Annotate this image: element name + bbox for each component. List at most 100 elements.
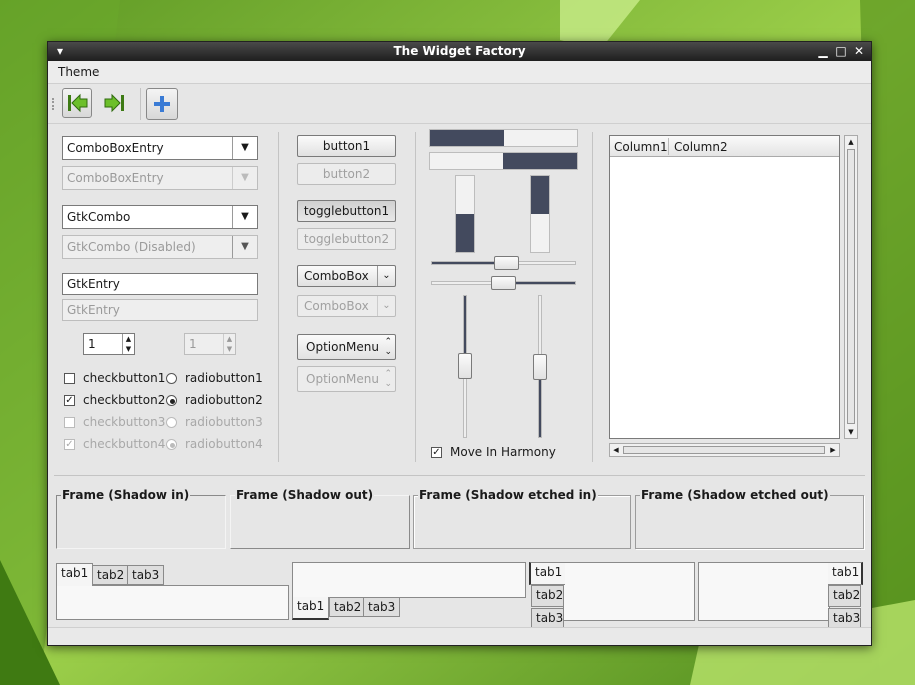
- togglebutton1[interactable]: togglebutton1: [297, 200, 396, 222]
- gtkcombo-disabled: GtkCombo (Disabled) ▼: [62, 235, 258, 259]
- scroll-thumb[interactable]: [847, 149, 855, 424]
- spinbutton[interactable]: 1 ▲ ▼: [83, 333, 135, 355]
- frame-etched-in-label: Frame (Shadow etched in): [418, 488, 598, 502]
- combobox-label: ComboBox: [304, 269, 369, 283]
- toolbar-grip[interactable]: [52, 98, 55, 110]
- scroll-down-icon[interactable]: ▼: [845, 426, 857, 438]
- separator: [415, 132, 416, 462]
- button1[interactable]: button1: [297, 135, 396, 157]
- notebook-bottom-tab2[interactable]: tab2: [329, 597, 367, 617]
- chevron-down-icon[interactable]: ▼: [232, 137, 257, 159]
- notebook-left-tab2[interactable]: tab2: [531, 585, 564, 607]
- toolbar: [48, 84, 871, 124]
- updown-icon: ⌃ ⌄: [384, 337, 392, 357]
- notebook-right-tab3[interactable]: tab3: [828, 608, 861, 628]
- scroll-up-icon[interactable]: ▲: [845, 136, 857, 148]
- harmony-checkbox[interactable]: ✓: [431, 447, 442, 458]
- optionmenu[interactable]: OptionMenu ⌃ ⌄: [297, 334, 396, 360]
- frame-shadow-in-label: Frame (Shadow in): [61, 488, 191, 502]
- gtkentry-disabled-text: GtkEntry: [67, 303, 120, 317]
- chevron-down-icon: ⌄: [377, 296, 395, 316]
- hscale-1-slider[interactable]: [494, 256, 519, 270]
- checkbutton1-label[interactable]: checkbutton1: [83, 371, 165, 385]
- tree-vscrollbar[interactable]: ▲ ▼: [844, 135, 858, 439]
- frame-etched-out-label: Frame (Shadow etched out): [640, 488, 830, 502]
- radiobutton1-circle[interactable]: [166, 373, 177, 384]
- radiobutton1-label[interactable]: radiobutton1: [185, 371, 263, 385]
- forward-button[interactable]: [100, 88, 130, 118]
- spinbutton-disabled-value: 1: [189, 337, 197, 351]
- optionmenu-disabled-label: OptionMenu: [306, 372, 379, 386]
- hscale-2-slider[interactable]: [491, 276, 516, 290]
- chevron-down-icon: ⌄: [377, 266, 395, 286]
- menu-theme[interactable]: Theme: [58, 65, 99, 79]
- vscale-2-slider[interactable]: [533, 354, 547, 380]
- gtkcombo-disabled-text: GtkCombo (Disabled): [67, 240, 196, 254]
- menu-bar: Theme: [48, 61, 871, 84]
- checkbutton2-box[interactable]: ✓: [64, 395, 75, 406]
- radiobutton2-circle[interactable]: [166, 395, 177, 406]
- checkbutton4-box: ✓: [64, 439, 75, 450]
- harmony-label[interactable]: Move In Harmony: [450, 445, 556, 459]
- progress-fill: [503, 153, 577, 169]
- scroll-thumb[interactable]: [623, 446, 825, 454]
- frame-shadow-out-label: Frame (Shadow out): [235, 488, 375, 502]
- column-divider: [668, 138, 669, 155]
- radiobutton4-circle: [166, 439, 177, 450]
- back-button[interactable]: [62, 88, 92, 118]
- progress-fill: [456, 214, 474, 252]
- checkbutton3-label: checkbutton3: [83, 415, 166, 429]
- frame-shadow-etched-in: Frame (Shadow etched in): [413, 488, 631, 549]
- spin-arrows-icon[interactable]: ▲ ▼: [122, 334, 134, 354]
- spinbutton-value: 1: [88, 337, 96, 351]
- checkbutton2-label[interactable]: checkbutton2: [83, 393, 165, 407]
- optionmenu-label: OptionMenu: [306, 340, 379, 354]
- notebook-top-tab3[interactable]: tab3: [127, 565, 165, 585]
- notebook-bottom-tab1[interactable]: tab1: [292, 597, 330, 620]
- combobox[interactable]: ComboBox ⌄: [297, 265, 396, 287]
- checkbutton1-box[interactable]: [64, 373, 75, 384]
- updown-icon: ⌃ ⌄: [384, 369, 392, 389]
- add-icon: [154, 96, 170, 112]
- gtkcombo[interactable]: GtkCombo ▼: [62, 205, 258, 229]
- chevron-down-icon[interactable]: ▼: [232, 206, 257, 228]
- notebook-left-tab3[interactable]: tab3: [531, 608, 564, 628]
- notebook-top-tab2[interactable]: tab2: [92, 565, 130, 585]
- title-bar[interactable]: ▾ The Widget Factory ▁ □ ✕: [48, 42, 871, 61]
- notebook-left-page: [563, 562, 695, 621]
- add-button[interactable]: [146, 88, 178, 120]
- notebook-right-tab2[interactable]: tab2: [828, 585, 861, 607]
- gtkentry-disabled: GtkEntry: [62, 299, 258, 321]
- minimize-icon[interactable]: ▁: [815, 43, 831, 59]
- progress-horizontal-2: [429, 152, 578, 170]
- scroll-left-icon[interactable]: ◀: [610, 444, 622, 456]
- progress-vertical-2: [530, 175, 550, 253]
- gtkentry[interactable]: GtkEntry: [62, 273, 258, 295]
- tree-header: Column1 Column2: [610, 136, 839, 157]
- gtkentry-text: GtkEntry: [67, 277, 120, 291]
- notebook-top-tab1[interactable]: tab1: [56, 563, 94, 586]
- comboboxentry[interactable]: ComboBoxEntry ▼: [62, 136, 258, 160]
- vscale-1-slider[interactable]: [458, 353, 472, 379]
- spin-arrows-icon: ▲ ▼: [223, 334, 235, 354]
- optionmenu-disabled: OptionMenu ⌃ ⌄: [297, 366, 396, 392]
- progress-fill: [430, 130, 504, 146]
- maximize-icon[interactable]: □: [833, 43, 849, 59]
- column1-header[interactable]: Column1: [614, 140, 668, 154]
- notebook-left-tab1[interactable]: tab1: [529, 562, 565, 585]
- toolbar-separator: [140, 88, 141, 120]
- notebook-right-tab1[interactable]: tab1: [828, 562, 863, 585]
- tree-view[interactable]: Column1 Column2: [609, 135, 840, 439]
- button2: button2: [297, 163, 396, 185]
- radiobutton2-label[interactable]: radiobutton2: [185, 393, 263, 407]
- scroll-right-icon[interactable]: ▶: [827, 444, 839, 456]
- progress-fill: [531, 176, 549, 214]
- notebook-bottom-tab3[interactable]: tab3: [363, 597, 401, 617]
- progress-horizontal-1: [429, 129, 578, 147]
- frame-shadow-out: Frame (Shadow out): [230, 488, 410, 549]
- tree-hscrollbar[interactable]: ◀ ▶: [609, 443, 840, 457]
- column2-header[interactable]: Column2: [674, 140, 728, 154]
- chevron-down-icon: ▼: [232, 236, 257, 258]
- checkbutton3-box: [64, 417, 75, 428]
- close-icon[interactable]: ✕: [851, 43, 867, 59]
